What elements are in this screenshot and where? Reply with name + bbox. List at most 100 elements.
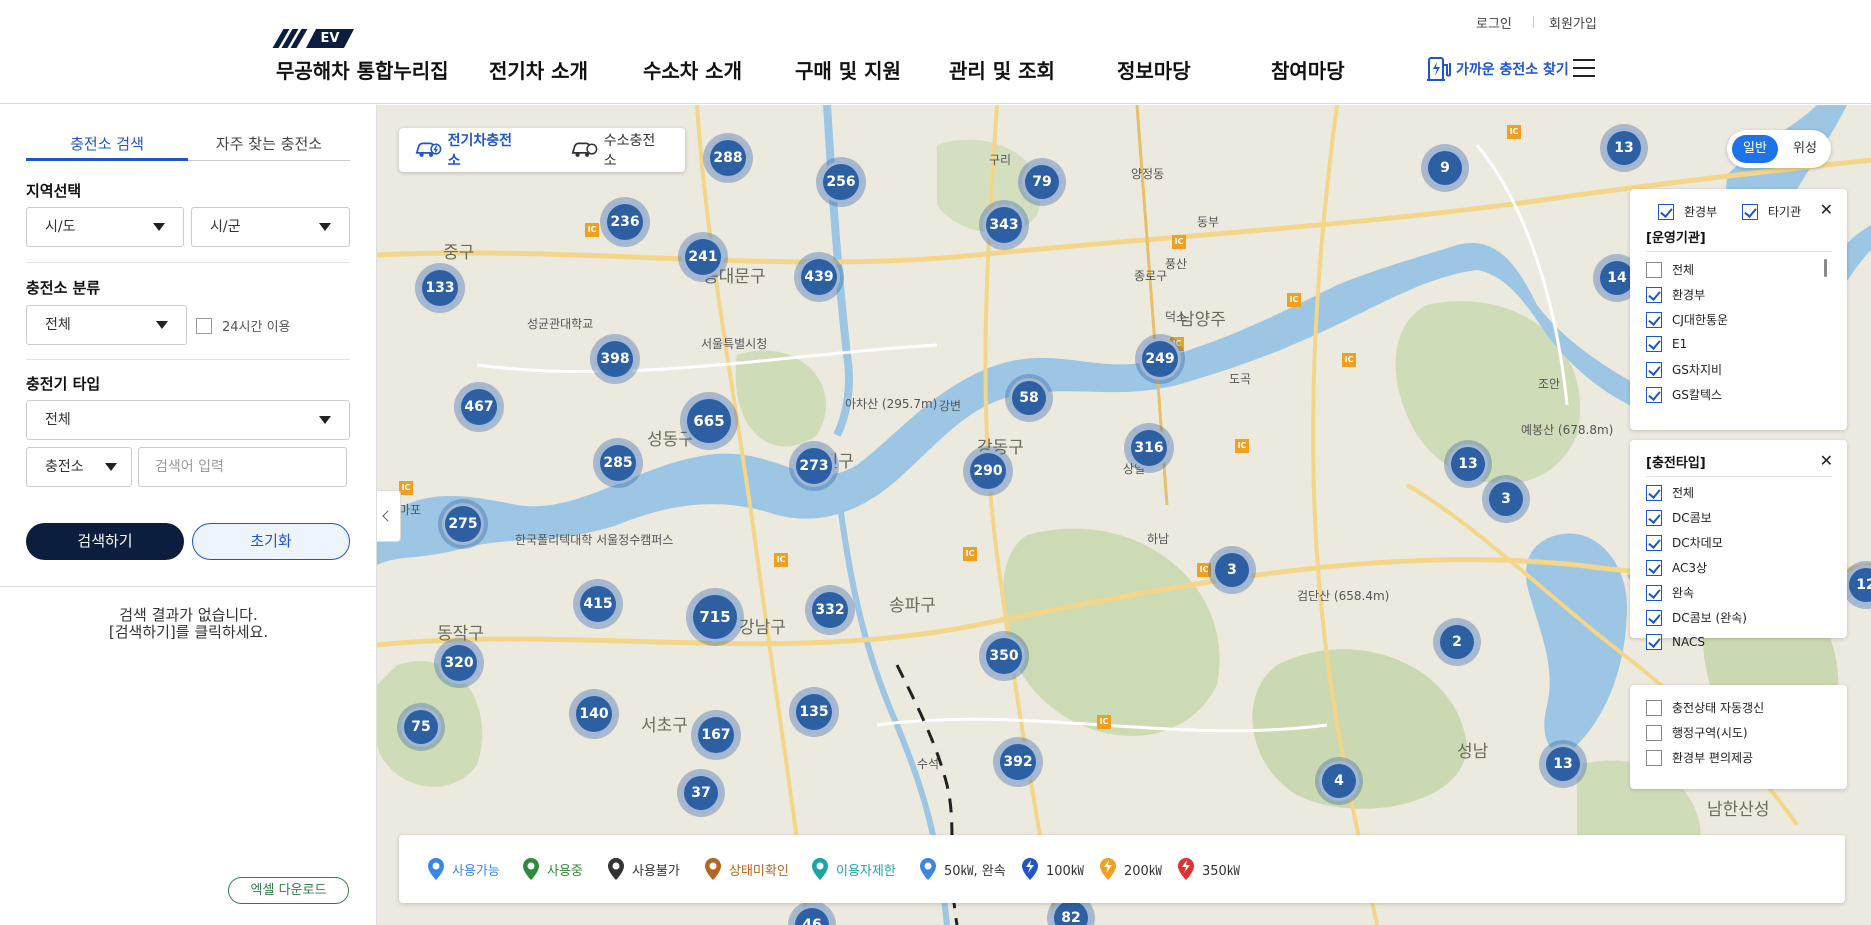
search-button[interactable]: 검색하기 xyxy=(26,523,184,560)
station-cluster[interactable]: 275 xyxy=(442,503,484,545)
nav-purchase-support[interactable]: 구매 및 지원 xyxy=(795,55,901,84)
charge-type-item[interactable]: 완속 xyxy=(1646,584,1694,601)
nav-hydrogen-intro[interactable]: 수소차 소개 xyxy=(643,55,742,84)
charge-type-item[interactable]: AC3상 xyxy=(1646,559,1707,576)
checkbox[interactable] xyxy=(1646,534,1662,551)
tab-favorite-stations[interactable]: 자주 찾는 충전소 xyxy=(188,127,350,161)
checkbox[interactable] xyxy=(1658,203,1674,220)
checkbox[interactable] xyxy=(1646,336,1662,352)
tab-ev-charger[interactable]: 전기차충전소 xyxy=(413,128,521,172)
station-cluster[interactable]: 2 xyxy=(1437,622,1477,662)
station-cluster[interactable]: 392 xyxy=(997,741,1039,783)
station-cluster[interactable]: 135 xyxy=(793,691,835,733)
operator-item[interactable]: GS차지비 xyxy=(1646,361,1722,378)
operator-item[interactable]: 환경부 xyxy=(1646,286,1705,303)
station-cluster[interactable]: 256 xyxy=(820,161,862,203)
sido-select[interactable]: 시/도 xyxy=(26,207,184,247)
search-target-select[interactable]: 충전소 xyxy=(26,447,132,487)
excel-download-button[interactable]: 엑셀 다운로드 xyxy=(228,877,349,904)
station-cluster[interactable]: 665 xyxy=(684,396,734,446)
close-icon[interactable]: ✕ xyxy=(1820,451,1833,470)
filter-other-agencies[interactable]: 타기관 xyxy=(1742,203,1801,220)
login-link[interactable]: 로그인 xyxy=(1476,13,1512,32)
sigun-select[interactable]: 시/군 xyxy=(191,207,350,247)
checkbox[interactable] xyxy=(1646,311,1662,328)
station-cluster[interactable]: 13 xyxy=(1448,444,1488,484)
map-canvas[interactable]: 중구 동대문구 성동구 광진구 강동구 송파구 강남구 서초구 동작구 마포 종… xyxy=(377,105,1871,925)
operator-item[interactable]: 전체 xyxy=(1646,261,1694,278)
station-cluster[interactable]: 332 xyxy=(809,589,851,631)
station-cluster[interactable]: 79 xyxy=(1022,162,1062,202)
station-cluster[interactable]: 9 xyxy=(1425,148,1465,188)
scrollbar[interactable] xyxy=(1824,259,1827,277)
search-input[interactable]: 검색어 입력 xyxy=(138,447,347,487)
option-item[interactable]: 환경부 편의제공 xyxy=(1646,749,1753,766)
open24-checkbox[interactable]: 24시간 이용 xyxy=(196,316,291,335)
station-cluster[interactable]: 13 xyxy=(1543,744,1583,784)
checkbox-box[interactable] xyxy=(196,317,212,334)
station-cluster[interactable]: 241 xyxy=(682,236,724,278)
checkbox[interactable] xyxy=(1646,509,1662,526)
charger-type-select[interactable]: 전체 xyxy=(26,400,350,440)
station-cluster[interactable]: 715 xyxy=(690,592,740,642)
station-cluster[interactable]: 288 xyxy=(707,137,749,179)
reset-button[interactable]: 초기화 xyxy=(192,523,350,560)
station-cluster[interactable]: 439 xyxy=(798,256,840,298)
station-cluster[interactable]: 236 xyxy=(604,201,646,243)
checkbox[interactable] xyxy=(1646,361,1662,378)
operator-item[interactable]: CJ대한통운 xyxy=(1646,311,1728,328)
station-cluster[interactable]: 4 xyxy=(1319,761,1359,801)
charge-type-item[interactable]: DC콤보 xyxy=(1646,509,1712,526)
option-item[interactable]: 행정구역(시도) xyxy=(1646,724,1748,741)
station-cluster[interactable]: 249 xyxy=(1139,338,1181,380)
station-cluster[interactable]: 13 xyxy=(1604,128,1644,168)
station-cluster[interactable]: 3 xyxy=(1486,479,1526,519)
close-icon[interactable]: ✕ xyxy=(1820,200,1833,219)
view-normal-button[interactable]: 일반 xyxy=(1732,135,1778,163)
checkbox[interactable] xyxy=(1646,699,1662,716)
station-cluster[interactable]: 58 xyxy=(1009,378,1049,418)
station-cluster[interactable]: 350 xyxy=(983,635,1025,677)
category-select[interactable]: 전체 xyxy=(26,305,187,345)
station-cluster[interactable]: 415 xyxy=(577,583,619,625)
checkbox[interactable] xyxy=(1646,559,1662,576)
nav-home[interactable]: 무공해차 통합누리집 xyxy=(276,55,449,84)
checkbox[interactable] xyxy=(1646,484,1662,501)
charge-type-item[interactable]: NACS xyxy=(1646,634,1705,650)
charge-type-item[interactable]: DC차데모 xyxy=(1646,534,1723,551)
charge-type-item[interactable]: 전체 xyxy=(1646,484,1694,501)
station-cluster[interactable]: 290 xyxy=(967,450,1009,492)
checkbox[interactable] xyxy=(1646,749,1662,766)
station-cluster[interactable]: 343 xyxy=(983,204,1025,246)
station-cluster[interactable]: 273 xyxy=(793,445,835,487)
checkbox[interactable] xyxy=(1646,286,1662,303)
nav-ev-intro[interactable]: 전기차 소개 xyxy=(489,55,588,84)
tab-station-search[interactable]: 충전소 검색 xyxy=(26,127,188,161)
view-satellite-button[interactable]: 위성 xyxy=(1783,135,1827,163)
station-cluster[interactable]: 3 xyxy=(1212,550,1252,590)
station-cluster[interactable]: 37 xyxy=(681,773,721,813)
station-cluster[interactable]: 316 xyxy=(1128,427,1170,469)
checkbox[interactable] xyxy=(1646,261,1662,278)
operator-item[interactable]: E1 xyxy=(1646,336,1687,352)
station-cluster[interactable]: 467 xyxy=(458,386,500,428)
station-cluster[interactable]: 75 xyxy=(401,707,441,747)
station-cluster[interactable]: 133 xyxy=(419,267,461,309)
checkbox[interactable] xyxy=(1646,584,1662,601)
tab-hydrogen-charger[interactable]: 수소충전소 xyxy=(569,128,665,172)
filter-env-ministry[interactable]: 환경부 xyxy=(1658,203,1717,220)
nearby-charger-button[interactable]: 가까운 충전소 찾기 xyxy=(1426,54,1569,84)
menu-icon[interactable] xyxy=(1573,59,1595,77)
nav-manage-lookup[interactable]: 관리 및 조회 xyxy=(949,55,1055,84)
checkbox[interactable] xyxy=(1646,634,1662,650)
nav-participation[interactable]: 참여마당 xyxy=(1271,55,1345,84)
station-cluster[interactable]: 167 xyxy=(695,714,737,756)
ev-logo[interactable]: EV xyxy=(272,29,354,48)
option-item[interactable]: 충전상태 자동갱신 xyxy=(1646,699,1764,716)
station-cluster[interactable]: 140 xyxy=(573,693,615,735)
nav-info[interactable]: 정보마당 xyxy=(1117,55,1191,84)
signup-link[interactable]: 회원가입 xyxy=(1549,13,1597,32)
station-cluster[interactable]: 320 xyxy=(438,642,480,684)
station-cluster[interactable]: 285 xyxy=(597,442,639,484)
checkbox[interactable] xyxy=(1646,609,1662,626)
